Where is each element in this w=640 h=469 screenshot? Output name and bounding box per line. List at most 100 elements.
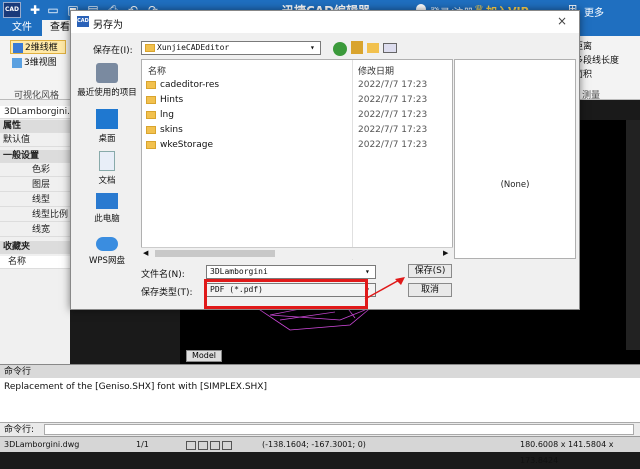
default-value-row[interactable]: 默认值 — [0, 134, 70, 147]
file-date: 2022/7/7 17:23 — [358, 95, 428, 105]
new-file-icon[interactable]: ✚ — [28, 3, 42, 17]
status-tool-icons[interactable] — [186, 440, 254, 450]
wireframe-icon — [13, 43, 23, 53]
scroll-right-icon[interactable]: ▶ — [443, 249, 448, 257]
more-link[interactable]: 更多 — [584, 4, 604, 19]
file-date: 2022/7/7 17:23 — [358, 80, 428, 90]
layer-row[interactable]: 图层 — [0, 179, 70, 192]
folder-icon — [146, 81, 156, 89]
save-as-dialog: CAD 另存为 × 保存在(I): XunjieCADEditor ▾ 最近使用… — [70, 10, 580, 310]
place-documents-label: 文档 — [98, 176, 116, 186]
folder-icon — [146, 141, 156, 149]
scroll-left-icon[interactable]: ◀ — [143, 249, 148, 257]
column-date[interactable]: 修改日期 — [358, 64, 394, 77]
command-input-label: 命令行: — [4, 425, 35, 435]
chevron-down-icon: ▾ — [310, 43, 315, 52]
measure-area[interactable]: 面积 — [572, 68, 640, 82]
vertical-scrollbar[interactable] — [626, 120, 640, 350]
preview-pane: (None) — [454, 59, 576, 259]
computer-icon — [96, 193, 118, 209]
file-list[interactable]: 名称 修改日期 cadeditor-res 2022/7/7 17:23 Hin… — [141, 59, 453, 260]
app-logo-icon: CAD — [3, 2, 21, 18]
ribbon-3d-view[interactable]: 3维视图 — [10, 56, 66, 70]
desktop-icon — [96, 109, 118, 129]
file-date: 2022/7/7 17:23 — [358, 125, 428, 135]
folder-icon — [146, 126, 156, 134]
scroll-thumb[interactable] — [155, 250, 275, 257]
status-file: 3DLamborgini.dwg — [4, 440, 80, 449]
new-folder-icon[interactable] — [367, 43, 379, 53]
list-item[interactable]: cadeditor-res 2022/7/7 17:23 — [142, 78, 442, 93]
save-in-value: XunjieCADEditor — [157, 43, 230, 52]
properties-header: 属性 — [0, 120, 70, 133]
place-desktop-label: 桌面 — [98, 134, 116, 144]
property-panel: 3DLamborgini.dw 属性 默认值 一般设置 色彩 图层 线型 线型比… — [0, 100, 83, 364]
lineweight-icon[interactable] — [222, 441, 232, 450]
place-wps-cloud-label: WPS网盘 — [89, 256, 125, 266]
general-settings-header[interactable]: 一般设置 — [0, 150, 70, 163]
doc-tab[interactable]: 3DLamborgini.dw — [0, 106, 83, 119]
name-row[interactable]: 名称 — [0, 256, 70, 269]
view-menu-icon[interactable] — [383, 43, 397, 53]
tab-file[interactable]: 文件 — [4, 20, 40, 36]
measure-distance[interactable]: 距离 — [572, 40, 640, 54]
snap-grid-icon[interactable] — [186, 441, 196, 450]
folder-icon — [145, 44, 155, 52]
filename-input[interactable]: 3DLamborgini ▾ — [206, 265, 376, 279]
dialog-title-bar: CAD 另存为 × — [71, 11, 579, 33]
linetype-scale-row[interactable]: 线型比例 — [0, 209, 70, 222]
cancel-button[interactable]: 取消 — [408, 283, 452, 297]
filename-label: 文件名(N): — [141, 270, 185, 280]
filename-value: 3DLamborgini — [210, 267, 268, 276]
place-documents[interactable]: 文档 — [75, 151, 139, 186]
filetype-label: 保存类型(T): — [141, 288, 193, 298]
place-this-pc[interactable]: 此电脑 — [75, 193, 139, 224]
close-icon[interactable]: × — [557, 14, 567, 28]
cloud-icon — [96, 237, 118, 251]
file-date: 2022/7/7 17:23 — [358, 110, 428, 120]
list-item[interactable]: Hints 2022/7/7 17:23 — [142, 93, 442, 108]
command-log: Replacement of the [Geniso.SHX] font wit… — [0, 378, 640, 422]
ribbon-2d-wireframe[interactable]: 2维线框 — [10, 40, 66, 54]
file-name: lng — [160, 110, 174, 120]
model-tab[interactable]: Model — [186, 350, 222, 362]
save-in-select[interactable]: XunjieCADEditor ▾ — [141, 41, 321, 55]
list-item[interactable]: lng 2022/7/7 17:23 — [142, 108, 442, 123]
documents-icon — [99, 151, 115, 171]
file-name: Hints — [160, 95, 184, 105]
list-item[interactable]: skins 2022/7/7 17:23 — [142, 123, 442, 138]
place-desktop[interactable]: 桌面 — [75, 109, 139, 144]
dialog-title: 另存为 — [93, 20, 123, 31]
polar-icon[interactable] — [210, 441, 220, 450]
color-row[interactable]: 色彩 — [0, 164, 70, 177]
up-folder-icon[interactable] — [351, 41, 363, 54]
ribbon-2d-wireframe-label: 2维线框 — [25, 43, 58, 53]
dialog-app-icon: CAD — [77, 16, 89, 27]
place-this-pc-label: 此电脑 — [94, 214, 120, 224]
status-bar: 3DLamborgini.dwg 1/1 (-138.1604; -167.30… — [0, 436, 640, 465]
lineweight-row[interactable]: 线宽 — [0, 224, 70, 237]
file-name: cadeditor-res — [160, 80, 220, 90]
list-item[interactable]: wkeStorage 2022/7/7 17:23 — [142, 138, 442, 153]
place-wps-cloud[interactable]: WPS网盘 — [75, 237, 139, 266]
status-size: 180.6008 x 141.5804 x 173.8424 — [520, 440, 614, 465]
column-name[interactable]: 名称 — [148, 64, 166, 77]
save-button[interactable]: 保存(S) — [408, 264, 452, 278]
command-input-row[interactable]: 命令行: — [0, 422, 640, 436]
place-recent-label: 最近使用的项目 — [77, 88, 137, 98]
file-date: 2022/7/7 17:23 — [358, 140, 428, 150]
ribbon-3d-view-label: 3维视图 — [24, 58, 57, 68]
save-in-label: 保存在(I): — [93, 46, 133, 56]
folder-icon — [146, 96, 156, 104]
filetype-highlight-box — [204, 279, 368, 309]
ortho-icon[interactable] — [198, 441, 208, 450]
command-header: 命令行 — [0, 364, 640, 378]
open-folder-icon[interactable]: ▭ — [46, 3, 60, 17]
back-icon[interactable] — [333, 42, 347, 56]
place-recent[interactable]: 最近使用的项目 — [75, 63, 139, 98]
folder-icon — [146, 111, 156, 119]
horizontal-scrollbar[interactable]: ◀ ▶ — [141, 247, 453, 259]
linetype-row[interactable]: 线型 — [0, 194, 70, 207]
command-input[interactable] — [44, 424, 634, 435]
measure-polyline[interactable]: 多段线长度 — [572, 54, 640, 68]
